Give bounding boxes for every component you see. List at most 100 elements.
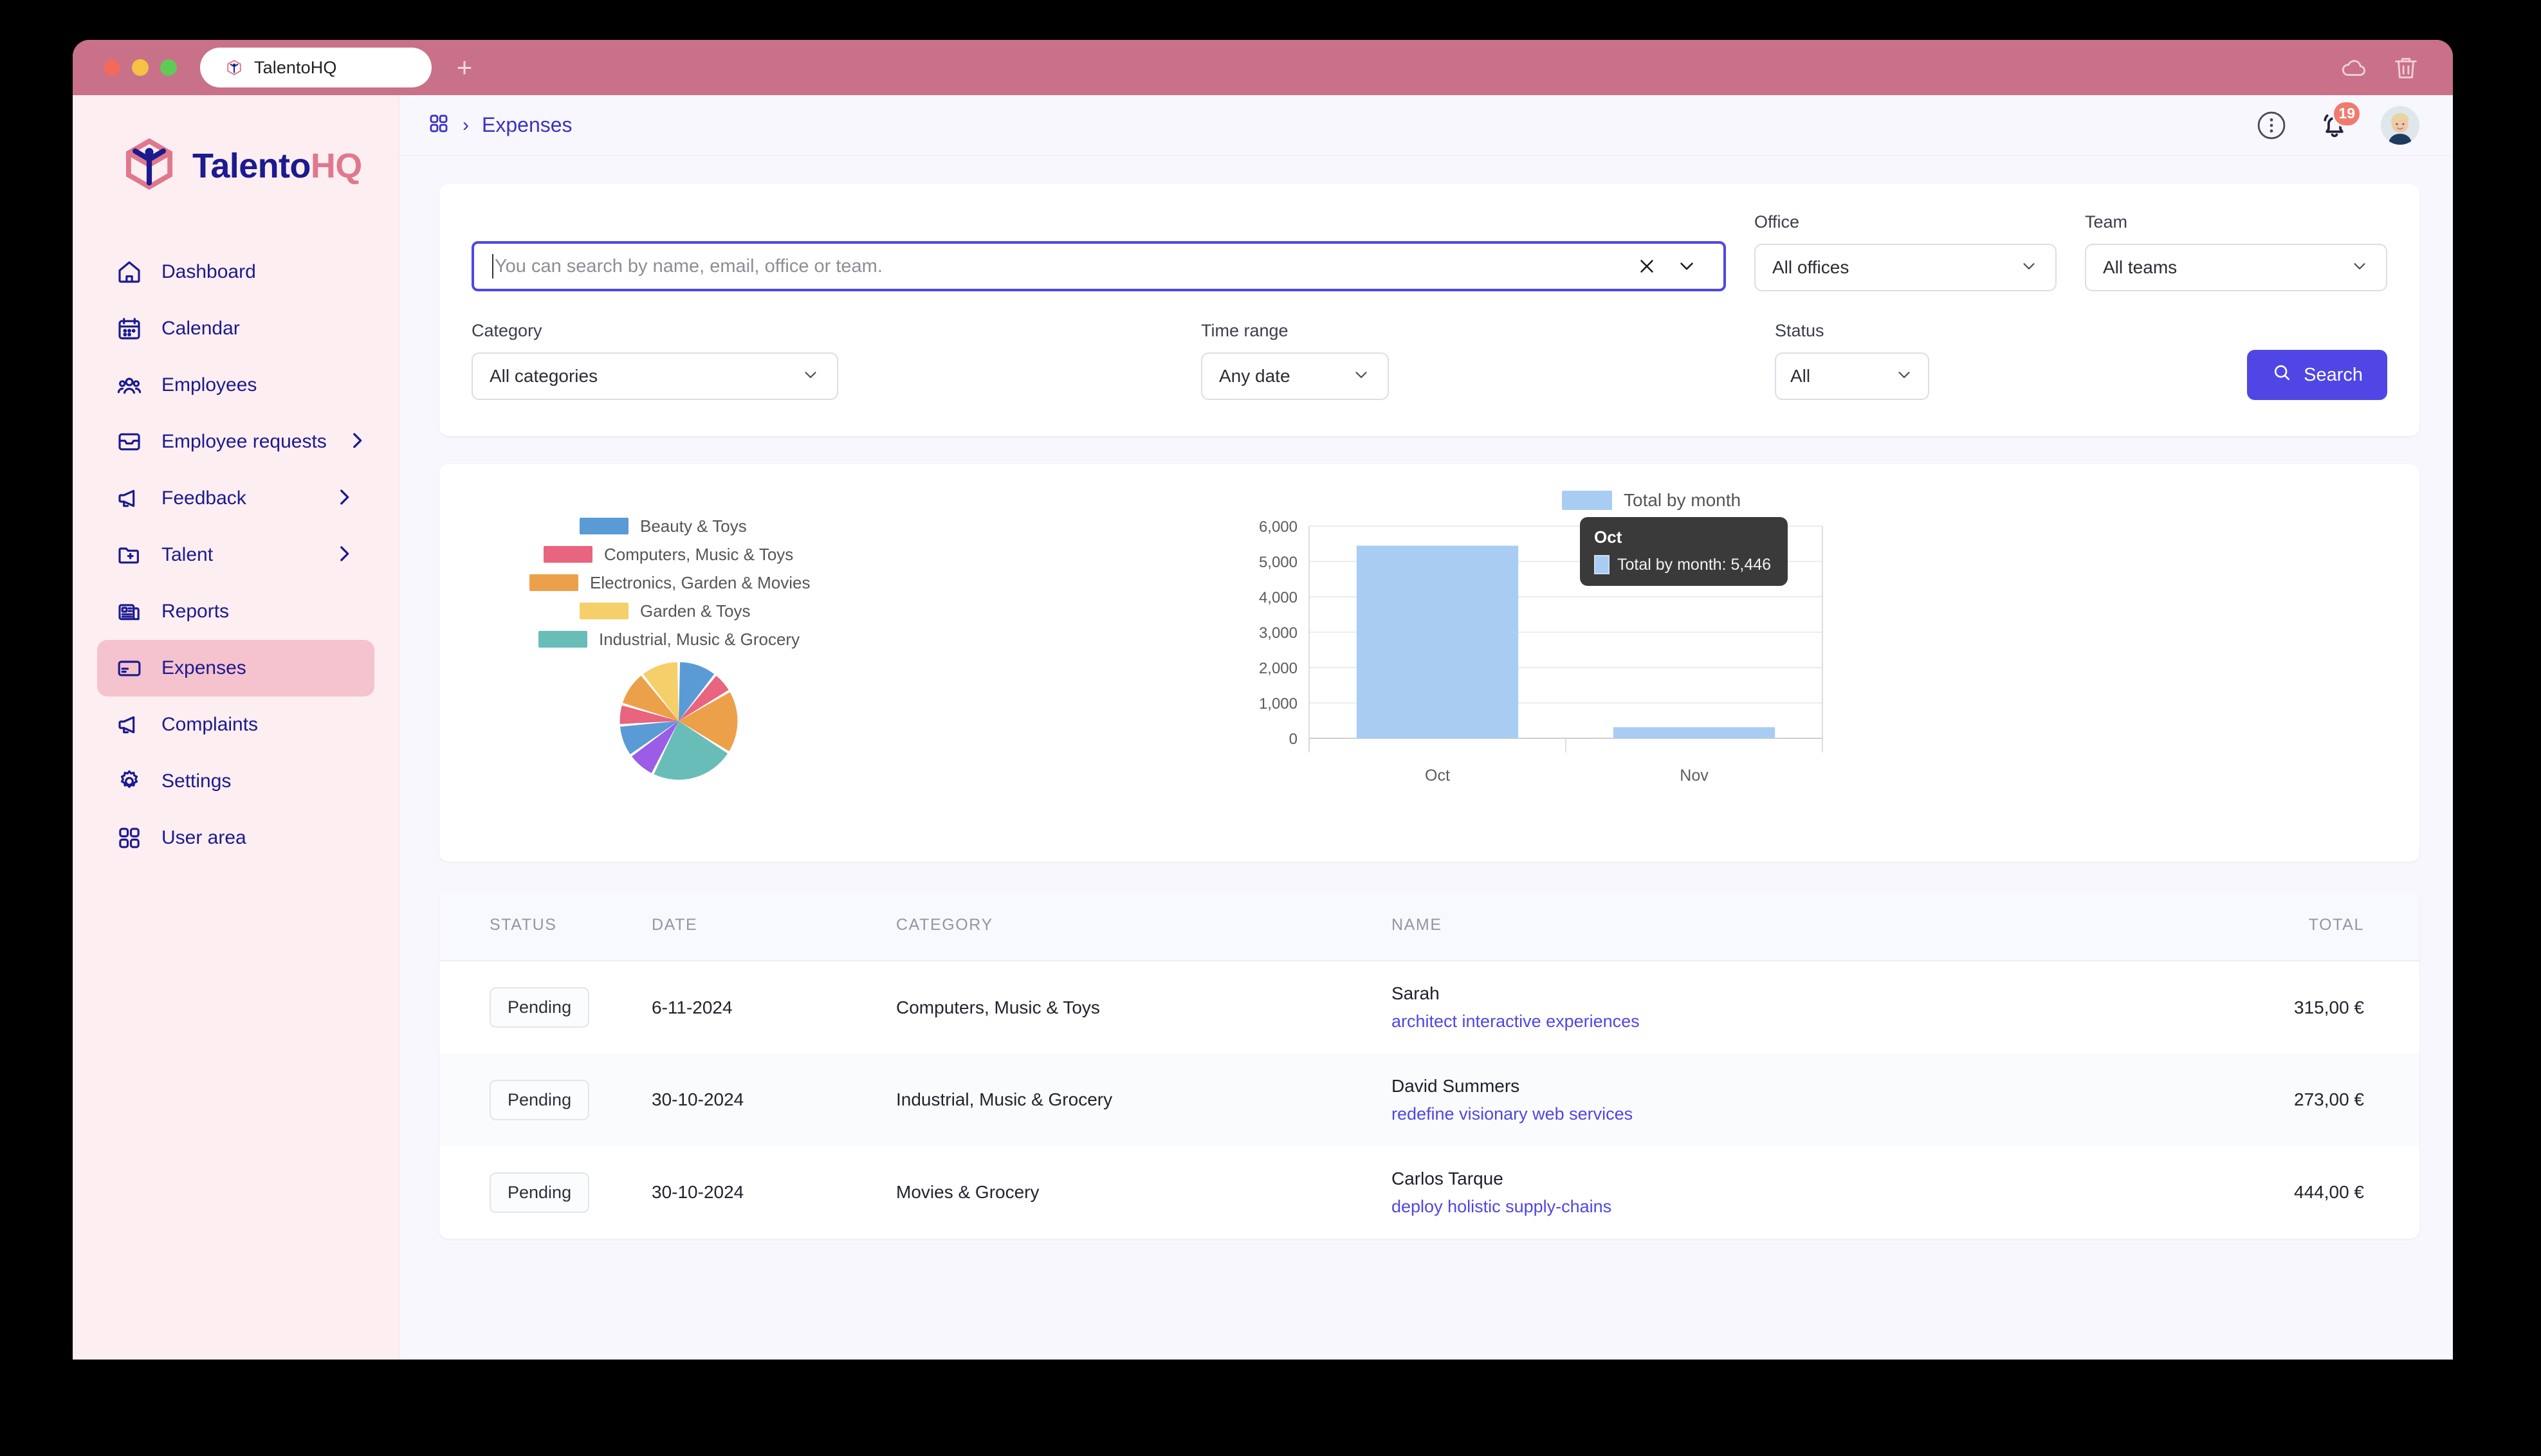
sidebar-item-employee-requests[interactable]: Employee requests [97, 414, 374, 470]
legend-swatch [529, 574, 578, 591]
category-filter-group: Category All categories [472, 321, 838, 400]
new-tab-button[interactable]: + [450, 53, 479, 82]
team-filter-group: Team All teams [2085, 212, 2387, 291]
breadcrumb-separator: › [463, 114, 469, 136]
news-icon [116, 599, 142, 624]
folder-plus-icon [116, 542, 142, 568]
chevron-right-icon [333, 486, 355, 511]
team-select-value: All teams [2103, 257, 2178, 277]
category-select-value: All categories [490, 366, 598, 386]
cell-date: 30-10-2024 [652, 1089, 744, 1109]
column-header-date[interactable]: DATE [652, 890, 896, 961]
sidebar-nav: Dashboard Calendar Employees Employee re… [73, 244, 399, 866]
bell-icon[interactable]: 19 [2318, 100, 2362, 142]
close-window-button[interactable] [104, 59, 120, 76]
sidebar-item-settings[interactable]: Settings [97, 753, 374, 810]
column-header-actions [2389, 890, 2419, 961]
legend-label: Computers, Music & Toys [604, 544, 794, 564]
table-row[interactable]: Pending 30-10-2024 Movies & Grocery Carl… [439, 1146, 2419, 1239]
legend-item[interactable]: Beauty & Toys [580, 512, 747, 540]
minimize-window-button[interactable] [132, 59, 149, 76]
sidebar-item-user-area[interactable]: User area [97, 810, 374, 866]
status-select[interactable]: All [1775, 352, 1929, 400]
megaphone-icon [116, 486, 142, 511]
filter-row-secondary: Category All categories Time range Any d… [472, 321, 2387, 400]
search-input[interactable] [495, 255, 1627, 277]
category-select[interactable]: All categories [472, 352, 838, 400]
megaphone-icon [116, 712, 142, 738]
sidebar-item-calendar[interactable]: Calendar [97, 300, 374, 357]
sidebar-item-talent[interactable]: Talent [97, 527, 374, 583]
content-scroll-area: Office All offices Team All t [399, 156, 2453, 1360]
sidebar-item-employees[interactable]: Employees [97, 357, 374, 414]
table-row[interactable]: Pending 6-11-2024 Computers, Music & Toy… [439, 961, 2419, 1053]
tooltip-swatch [1594, 555, 1610, 574]
brand-logo[interactable]: TalentoHQ [73, 126, 399, 194]
time-range-select[interactable]: Any date [1201, 352, 1389, 400]
status-badge[interactable]: Pending [490, 1079, 590, 1120]
topbar-actions: 19 [2255, 100, 2419, 145]
table-body: Pending 6-11-2024 Computers, Music & Toy… [439, 961, 2419, 1239]
sidebar-item-feedback[interactable]: Feedback [97, 470, 374, 527]
sidebar-item-complaints[interactable]: Complaints [97, 696, 374, 753]
legend-label: Industrial, Music & Grocery [599, 629, 800, 649]
sidebar-item-dashboard[interactable]: Dashboard [97, 244, 374, 300]
bar-chart: Total by month 0 1,000 2,000 3,000 4,000 5,00… [1224, 486, 2394, 836]
team-select[interactable]: All teams [2085, 244, 2387, 291]
chevron-down-icon[interactable] [1667, 255, 1707, 277]
chart-tick-label: 3,000 [1259, 624, 1298, 642]
office-select[interactable]: All offices [1754, 244, 2057, 291]
sidebar-item-expenses[interactable]: Expenses [97, 640, 374, 696]
status-filter-label: Status [1775, 321, 1824, 340]
close-x-icon[interactable] [1627, 255, 1667, 277]
trash-icon[interactable] [2391, 53, 2421, 82]
window-traffic-lights [104, 59, 177, 76]
three-dots-circle-icon[interactable] [2255, 109, 2288, 142]
bar-chart-legend[interactable]: Total by month [1562, 490, 1741, 511]
status-badge[interactable]: Pending [490, 987, 590, 1028]
pie-chart-graphic[interactable] [614, 657, 743, 788]
calendar-icon [116, 316, 142, 341]
legend-item[interactable]: Industrial, Music & Grocery [538, 625, 800, 653]
cell-name: Sarah [1391, 983, 1440, 1003]
status-badge[interactable]: Pending [490, 1172, 590, 1213]
chevron-down-icon [783, 365, 820, 388]
notification-badge: 19 [2332, 100, 2362, 127]
chart-tick-label: 0 [1289, 731, 1298, 748]
breadcrumb: › Expenses [428, 113, 573, 138]
search-button[interactable]: Search [2247, 350, 2387, 400]
zoom-window-button[interactable] [160, 59, 177, 76]
cloud-icon[interactable] [2340, 53, 2369, 82]
column-header-category[interactable]: CATEGORY [896, 890, 1391, 961]
table-row[interactable]: Pending 30-10-2024 Industrial, Music & G… [439, 1053, 2419, 1146]
column-header-name[interactable]: NAME [1391, 890, 2028, 961]
cell-name-subtitle[interactable]: deploy holistic supply-chains [1391, 1197, 2028, 1217]
grid-icon[interactable] [428, 113, 450, 138]
legend-label: Garden & Toys [640, 601, 751, 621]
legend-item[interactable]: Computers, Music & Toys [544, 540, 793, 569]
breadcrumb-current-page[interactable]: Expenses [482, 113, 573, 137]
cell-name-subtitle[interactable]: architect interactive experiences [1391, 1012, 2028, 1032]
talento-cube-logo [123, 138, 176, 194]
filter-panel: Office All offices Team All t [439, 184, 2419, 436]
brand-name-primary: Talento [192, 146, 311, 185]
legend-item[interactable]: Electronics, Garden & Movies [529, 569, 810, 597]
sidebar-item-label: Reports [161, 601, 230, 622]
cell-name-subtitle[interactable]: redefine visionary web services [1391, 1104, 2028, 1124]
legend-item[interactable]: Garden & Toys [580, 597, 751, 625]
tooltip-text: Total by month: 5,446 [1617, 555, 1772, 574]
sidebar-item-reports[interactable]: Reports [97, 583, 374, 640]
grid-icon [116, 825, 142, 851]
bar-rect[interactable] [1613, 727, 1775, 738]
sidebar-item-label: Settings [161, 770, 232, 792]
avatar[interactable] [2381, 105, 2419, 145]
office-filter-label: Office [1754, 212, 1800, 232]
legend-swatch [1562, 491, 1612, 510]
search-box[interactable] [472, 241, 1726, 291]
column-header-total[interactable]: TOTAL [2028, 890, 2389, 961]
chart-tick-label: Oct [1425, 767, 1450, 785]
browser-tab[interactable]: TalentoHQ [200, 48, 432, 87]
cell-status: Pending [439, 1053, 652, 1146]
bar-rect[interactable] [1356, 545, 1519, 738]
column-header-status[interactable]: STATUS [439, 890, 652, 961]
